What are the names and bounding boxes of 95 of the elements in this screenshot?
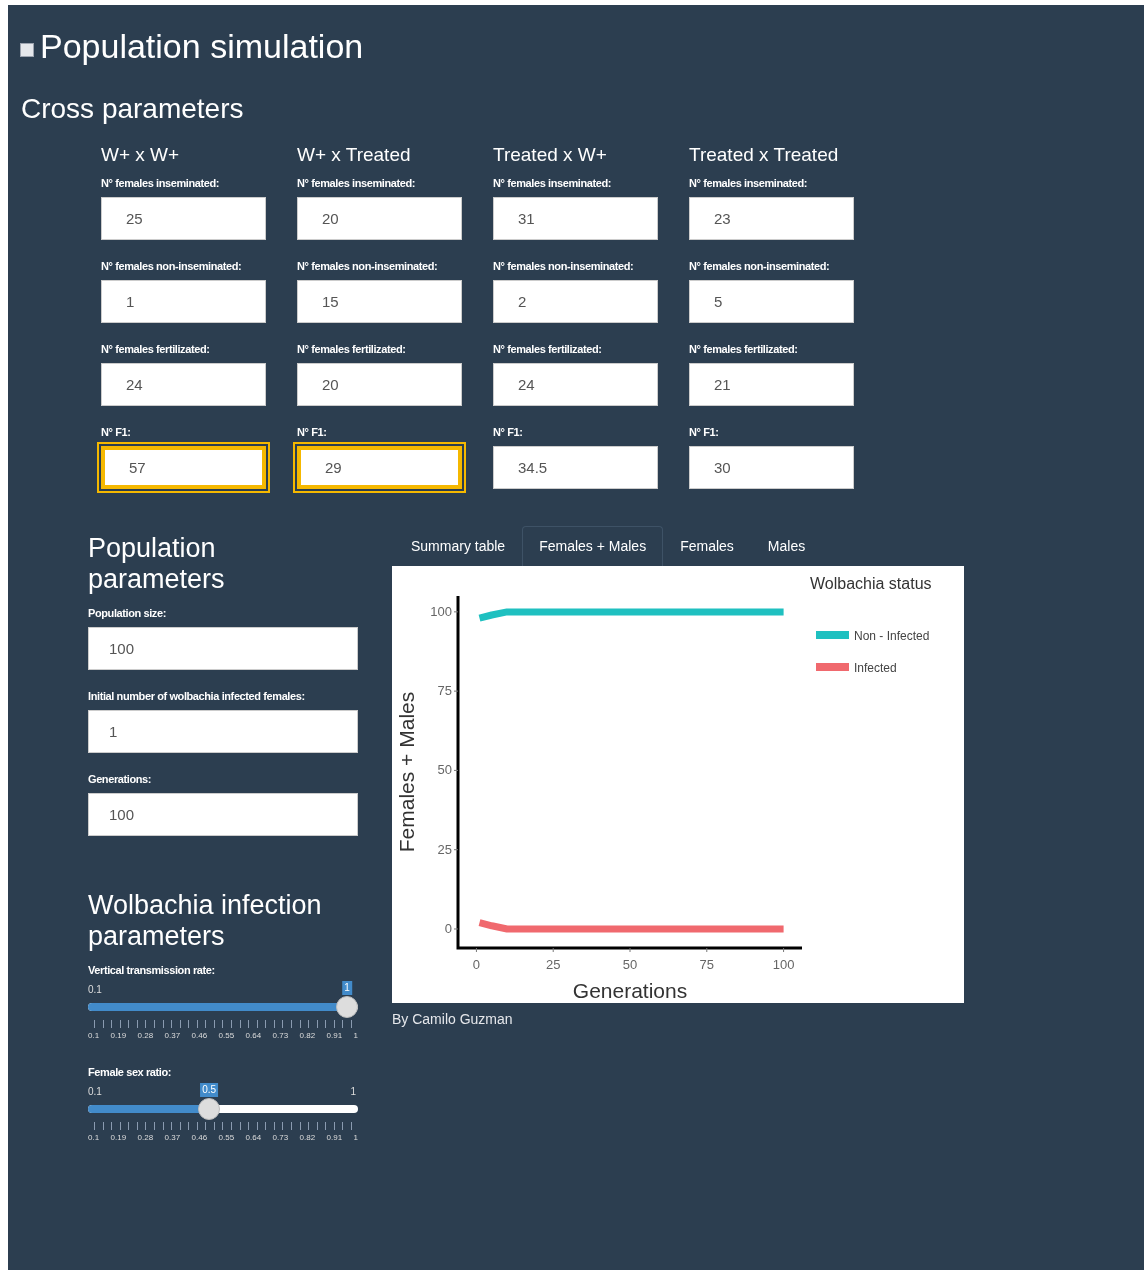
number-field[interactable]: 15 [297,280,462,323]
tick-label: 0.91 [326,1132,343,1144]
x-tick-label: 0 [472,957,481,972]
field-label: N° F1: [689,425,720,440]
tick-label: 0.64 [245,1132,262,1144]
number-field[interactable]: 100 [88,793,358,836]
x-tick-label: 25 [546,957,561,972]
y-axis-title: Females + Males [395,691,418,853]
tick-label: 0.28 [137,1132,154,1144]
field-label: N° F1: [493,425,524,440]
field-label: N° females fertilizated: [493,342,603,357]
field-label: N° females non-inseminated: [689,259,831,274]
tick-label: 0.19 [110,1030,127,1042]
tab[interactable]: Summary table [394,526,523,566]
number-field[interactable]: 1 [88,710,358,753]
legend-label: Non - Infected [854,629,930,643]
field-label: N° females non-inseminated: [101,259,243,274]
slider-value: 1 [342,981,352,995]
field-label: N° females inseminated: [689,176,809,191]
tick-label: 1 [353,1132,358,1144]
field-label: N° females non-inseminated: [297,259,439,274]
number-field[interactable]: 1 [101,280,266,323]
field-label: N° females inseminated: [493,176,613,191]
x-tick-label: 75 [699,957,714,972]
field-label: N° females fertilizated: [689,342,799,357]
tick-label: 0.82 [299,1030,316,1042]
number-field[interactable]: 24 [493,363,658,406]
field-label: Generations: [88,772,153,787]
field-label: N° females fertilizated: [101,342,211,357]
field-label: Initial number of wolbachia infected females: [88,689,306,704]
slider-label: Vertical transmission rate: [88,963,216,978]
field-label: N° F1: [297,425,328,440]
tick-label: 0.55 [218,1132,235,1144]
tick-label: 0.91 [326,1030,343,1042]
tick-label: 0.46 [191,1030,208,1042]
tick-label: 0.82 [299,1132,316,1144]
tick-label: 0.64 [245,1030,262,1042]
tick-label: 0.73 [272,1030,289,1042]
section-heading: Wolbachia infection parameters [88,890,323,952]
field-label: N° females fertilizated: [297,342,407,357]
y-tick-label: 100 [430,603,452,619]
slider-max: 1 [350,1085,356,1099]
x-axis-title: Generations [572,979,688,1002]
number-field[interactable]: 23 [689,197,854,240]
tick-label: 0.37 [164,1030,181,1042]
number-field[interactable]: 25 [101,197,266,240]
column-heading: Treated x Treated [689,143,840,167]
legend-label: Infected [854,661,897,675]
tick-label: 0.28 [137,1030,154,1042]
tick-label: 0.1 [88,1030,100,1042]
number-field[interactable]: 5 [689,280,854,323]
number-field[interactable]: 30 [689,446,854,489]
page-title: Population simulation [40,27,364,65]
column-heading: W+ x Treated [297,143,412,167]
y-tick-label: 25 [437,841,452,857]
y-tick-label: 75 [437,683,452,699]
slider-label: Female sex ratio: [88,1065,173,1080]
broken-image-icon [20,43,34,57]
number-field[interactable]: 20 [297,197,462,240]
number-field[interactable]: 34.5 [493,446,658,489]
tick-label: 0.19 [110,1132,127,1144]
column-heading: Treated x W+ [493,143,608,167]
slider-min: 0.1 [88,1085,102,1099]
number-field[interactable]: 21 [689,363,854,406]
tick-label: 0.46 [191,1132,208,1144]
number-field[interactable]: 20 [297,363,462,406]
tick-label: 0.55 [218,1030,235,1042]
field-label: N° females inseminated: [297,176,417,191]
x-tick-label: 50 [622,957,638,972]
tick-label: 1 [353,1030,358,1042]
y-tick-label: 50 [437,762,452,778]
column-heading: W+ x W+ [101,143,181,167]
number-field[interactable]: 31 [493,197,658,240]
section-heading: Cross parameters [20,93,245,125]
field-label: Population size: [88,606,167,621]
tick-label: 0.37 [164,1132,181,1144]
number-field[interactable]: 2 [493,280,658,323]
y-tick-label: 0 [444,920,452,936]
number-field[interactable]: 24 [101,363,266,406]
x-tick-label: 100 [772,957,795,972]
tab[interactable]: Females [663,526,751,566]
footer-credit: By Camilo Guzman [392,1010,514,1029]
field-label: N° females inseminated: [101,176,221,191]
field-label: N° females non-inseminated: [493,259,635,274]
slider-handle[interactable] [198,1098,221,1120]
legend-title: Wolbachia status [810,575,932,592]
slider-handle[interactable] [336,996,358,1018]
section-heading: Population parameters [88,533,226,595]
field-label: N° F1: [101,425,132,440]
slider-value: 0.5 [200,1083,219,1097]
tick-label: 0.1 [88,1132,100,1144]
slider-min: 0.1 [88,983,102,997]
tick-label: 0.73 [272,1132,289,1144]
number-field[interactable]: 100 [88,627,358,670]
tab[interactable]: Males [750,526,823,566]
